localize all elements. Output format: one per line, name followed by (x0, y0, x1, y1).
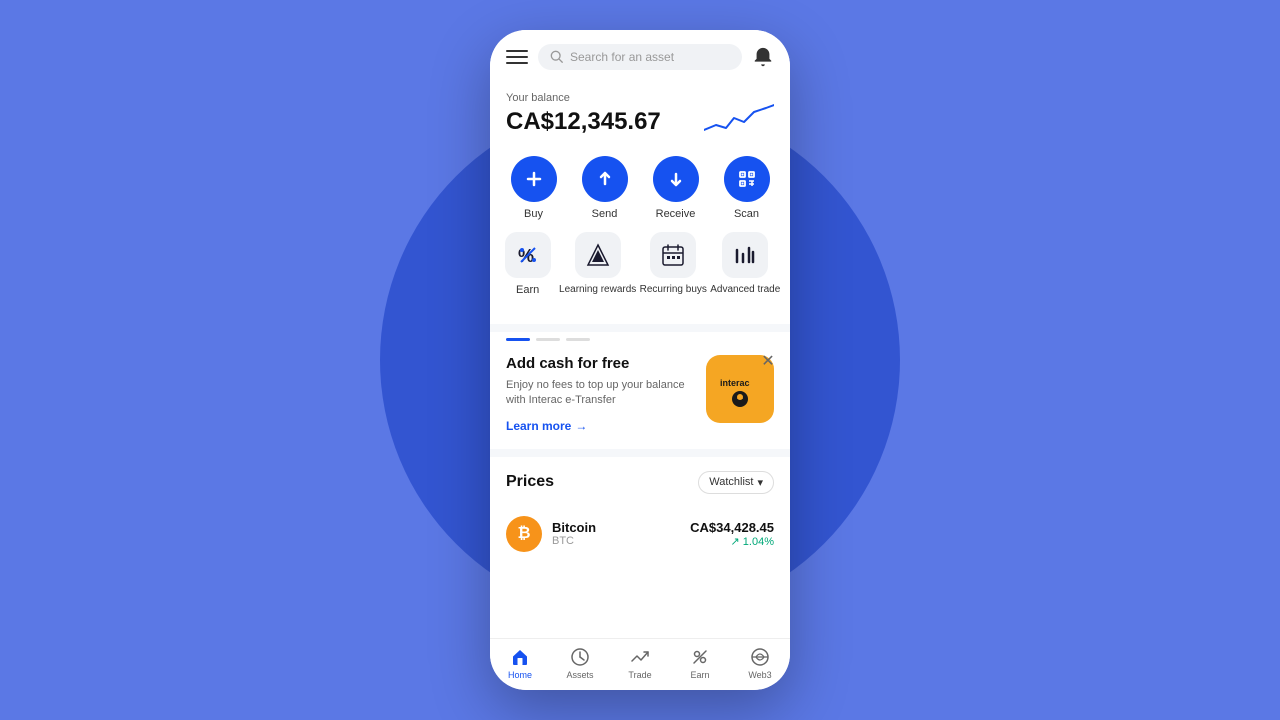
actions-row-1: Buy Send Receive (498, 156, 782, 220)
web3-icon (750, 647, 770, 667)
earn-nav-icon (690, 647, 710, 667)
watchlist-button[interactable]: Watchlist ▾ (698, 471, 774, 494)
nav-web3[interactable]: Web3 (735, 647, 785, 680)
prices-title: Prices (506, 473, 554, 491)
prices-section: Prices Watchlist ▾ ₿ Bitcoin BTC CA$34,4… (490, 457, 790, 638)
advanced-trade-icon (722, 232, 768, 278)
nav-web3-label: Web3 (748, 670, 771, 680)
actions-row-2: % Earn Learning rewards (498, 232, 782, 296)
promo-learn-more[interactable]: Learn more → (506, 419, 696, 433)
buy-button[interactable]: Buy (506, 156, 562, 220)
send-label: Send (592, 208, 618, 220)
send-icon (582, 156, 628, 202)
nav-trade-label: Trade (628, 670, 651, 680)
nav-earn-label: Earn (690, 670, 709, 680)
nav-trade[interactable]: Trade (615, 647, 665, 680)
header: Search for an asset (490, 30, 790, 80)
search-bar[interactable]: Search for an asset (538, 44, 742, 70)
prices-header: Prices Watchlist ▾ (506, 471, 774, 494)
promo-card: ✕ Add cash for free Enjoy no fees to top… (490, 341, 790, 449)
scan-label: Scan (734, 208, 759, 220)
bitcoin-name: Bitcoin (552, 520, 680, 535)
receive-label: Receive (656, 208, 696, 220)
actions-section: Buy Send Receive (490, 156, 790, 324)
bitcoin-price-change: ↗ 1.04% (690, 535, 774, 548)
scan-icon (724, 156, 770, 202)
bitcoin-symbol: BTC (552, 535, 680, 547)
earn-button[interactable]: % Earn (500, 232, 556, 296)
balance-section: Your balance CA$12,345.67 (490, 80, 790, 156)
nav-assets-label: Assets (566, 670, 593, 680)
assets-icon (570, 647, 590, 667)
search-placeholder: Search for an asset (570, 50, 674, 64)
carousel-dots (490, 332, 790, 341)
buy-icon (511, 156, 557, 202)
learning-rewards-label: Learning rewards (559, 284, 636, 295)
section-gap (490, 324, 790, 332)
promo-description: Enjoy no fees to top up your balance wit… (506, 378, 696, 409)
recurring-buys-icon (650, 232, 696, 278)
bitcoin-info: Bitcoin BTC (552, 520, 680, 547)
receive-button[interactable]: Receive (648, 156, 704, 220)
earn-icon: % (505, 232, 551, 278)
balance-amount: CA$12,345.67 (506, 108, 661, 136)
promo-close-button[interactable]: ✕ (758, 351, 778, 371)
send-button[interactable]: Send (577, 156, 633, 220)
bitcoin-price: CA$34,428.45 ↗ 1.04% (690, 520, 774, 548)
chevron-down-icon: ▾ (757, 476, 763, 489)
svg-text:interac: interac (720, 378, 750, 388)
phone-frame: Search for an asset Your balance CA$12,3… (490, 30, 790, 690)
bottom-nav: Home Assets Trade Earn (490, 638, 790, 690)
learning-rewards-button[interactable]: Learning rewards (559, 232, 636, 296)
balance-label: Your balance (506, 92, 661, 104)
scan-button[interactable]: Scan (719, 156, 775, 220)
earn-label: Earn (516, 284, 539, 296)
nav-home-label: Home (508, 670, 532, 680)
menu-button[interactable] (506, 46, 528, 68)
receive-icon (653, 156, 699, 202)
advanced-trade-button[interactable]: Advanced trade (710, 232, 780, 296)
bitcoin-row[interactable]: ₿ Bitcoin BTC CA$34,428.45 ↗ 1.04% (506, 508, 774, 560)
balance-chart (704, 100, 774, 140)
promo-content: Add cash for free Enjoy no fees to top u… (506, 355, 774, 433)
search-icon (550, 50, 564, 64)
buy-label: Buy (524, 208, 543, 220)
bitcoin-price-amount: CA$34,428.45 (690, 520, 774, 535)
recurring-buys-button[interactable]: Recurring buys (640, 232, 707, 296)
learning-rewards-icon (575, 232, 621, 278)
recurring-buys-label: Recurring buys (640, 284, 707, 295)
bitcoin-icon: ₿ (506, 516, 542, 552)
nav-home[interactable]: Home (495, 647, 545, 680)
advanced-trade-label: Advanced trade (710, 284, 780, 295)
promo-text: Add cash for free Enjoy no fees to top u… (506, 355, 706, 433)
trade-icon (630, 647, 650, 667)
section-gap-2 (490, 449, 790, 457)
home-icon (510, 647, 530, 667)
notification-icon[interactable] (752, 46, 774, 68)
nav-earn[interactable]: Earn (675, 647, 725, 680)
promo-title: Add cash for free (506, 355, 696, 372)
nav-assets[interactable]: Assets (555, 647, 605, 680)
